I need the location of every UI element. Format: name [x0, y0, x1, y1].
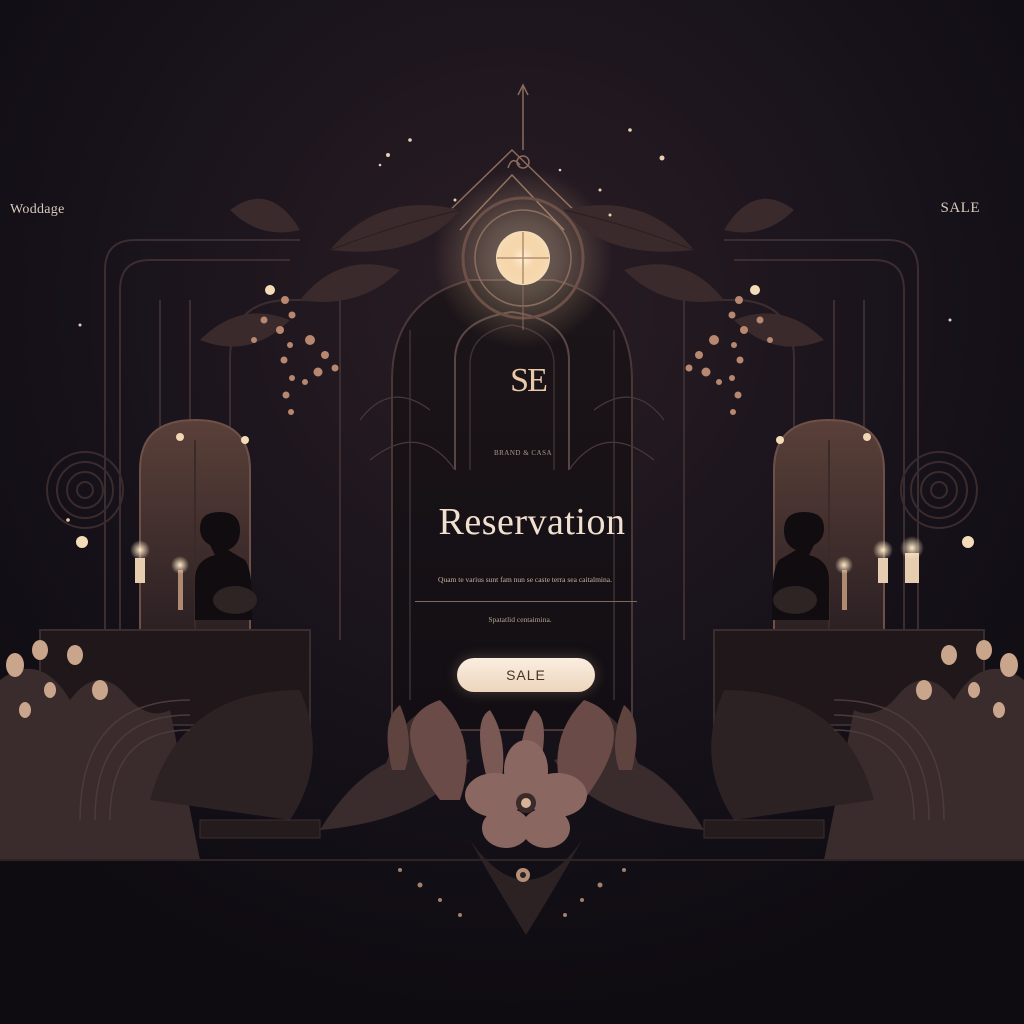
- brand-label[interactable]: Woddage: [10, 202, 65, 218]
- sale-nav-link[interactable]: SALE: [941, 200, 981, 217]
- page-title: Reservation: [438, 501, 626, 543]
- divider-line: [415, 601, 637, 602]
- monogram-logo: SE: [510, 362, 548, 399]
- hero-subtitle: Quam te varius sunt fam nun se caste ter…: [438, 575, 612, 584]
- sale-button[interactable]: SALE: [457, 658, 595, 692]
- tagline: BRAND & CASA: [493, 449, 553, 457]
- hero-caption: Spatatlid centaimina.: [488, 615, 552, 624]
